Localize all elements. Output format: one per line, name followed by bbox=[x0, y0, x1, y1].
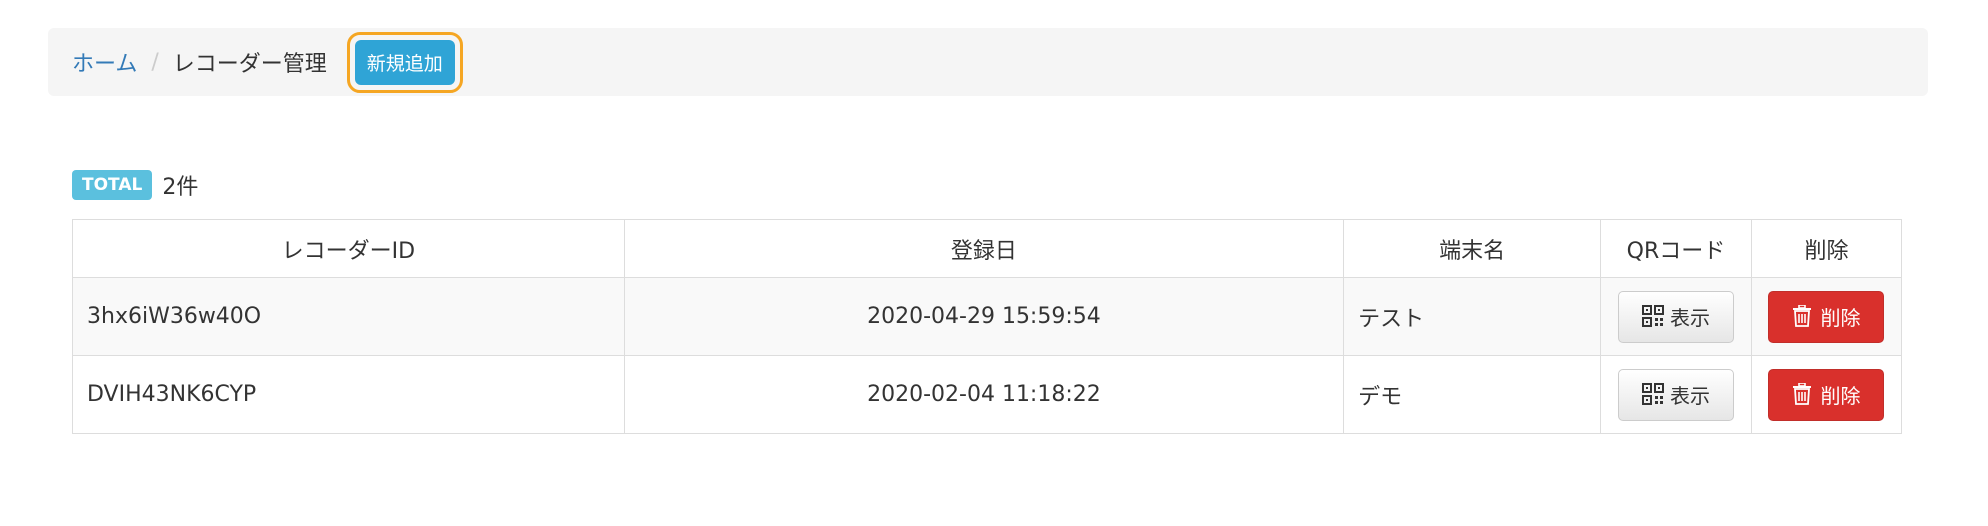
breadcrumb: ホーム / レコーダー管理 新規追加 bbox=[48, 28, 1928, 96]
show-qr-label: 表示 bbox=[1669, 384, 1710, 408]
cell-recorder-id: DVIH43NK6CYP bbox=[72, 355, 625, 434]
show-qr-label: 表示 bbox=[1669, 306, 1710, 330]
cell-qr: 表示 bbox=[1599, 355, 1752, 434]
cell-recorder-id: 3hx6iW36w40O bbox=[72, 277, 625, 356]
cell-registered-date: 2020-04-29 15:59:54 bbox=[623, 277, 1345, 356]
header-qr-code: QRコード bbox=[1599, 219, 1752, 278]
delete-button[interactable]: 削除 bbox=[1768, 290, 1885, 343]
add-new-button[interactable]: 新規追加 bbox=[354, 39, 455, 85]
total-summary: TOTAL 2件 bbox=[72, 169, 198, 201]
cell-device-name: テスト bbox=[1343, 277, 1601, 356]
cell-registered-date: 2020-02-04 11:18:22 bbox=[623, 355, 1345, 434]
cell-qr: 表示 bbox=[1599, 277, 1752, 356]
page: ホーム / レコーダー管理 新規追加 TOTAL 2件 レコーダーID 登録日 … bbox=[0, 0, 1988, 526]
delete-button[interactable]: 削除 bbox=[1768, 368, 1885, 421]
total-badge: TOTAL bbox=[72, 170, 153, 200]
qrcode-icon bbox=[1641, 304, 1664, 329]
delete-label: 削除 bbox=[1820, 384, 1861, 408]
add-button-highlight: 新規追加 bbox=[346, 31, 463, 93]
breadcrumb-home-link[interactable]: ホーム bbox=[72, 46, 137, 78]
table-header-row: レコーダーID 登録日 端末名 QRコード 削除 bbox=[72, 219, 1903, 278]
trash-icon bbox=[1792, 382, 1814, 407]
table-row: 3hx6iW36w40O 2020-04-29 15:59:54 テスト 表示 … bbox=[72, 277, 1903, 356]
total-count: 2件 bbox=[162, 175, 199, 200]
header-recorder-id: レコーダーID bbox=[72, 219, 625, 278]
cell-device-name: デモ bbox=[1343, 355, 1601, 434]
delete-label: 削除 bbox=[1820, 306, 1861, 330]
header-delete: 削除 bbox=[1750, 219, 1903, 278]
show-qr-button[interactable]: 表示 bbox=[1617, 290, 1734, 343]
recorder-table: レコーダーID 登録日 端末名 QRコード 削除 3hx6iW36w40O 20… bbox=[72, 219, 1903, 434]
header-device-name: 端末名 bbox=[1343, 219, 1601, 278]
breadcrumb-current: レコーダー管理 bbox=[172, 52, 327, 77]
cell-delete: 削除 bbox=[1750, 277, 1903, 356]
qrcode-icon bbox=[1641, 382, 1664, 407]
breadcrumb-separator: / bbox=[151, 49, 159, 75]
trash-icon bbox=[1792, 304, 1814, 329]
show-qr-button[interactable]: 表示 bbox=[1617, 368, 1734, 421]
header-registered-date: 登録日 bbox=[623, 219, 1345, 278]
cell-delete: 削除 bbox=[1750, 355, 1903, 434]
table-row: DVIH43NK6CYP 2020-02-04 11:18:22 デモ 表示 削… bbox=[72, 355, 1903, 434]
